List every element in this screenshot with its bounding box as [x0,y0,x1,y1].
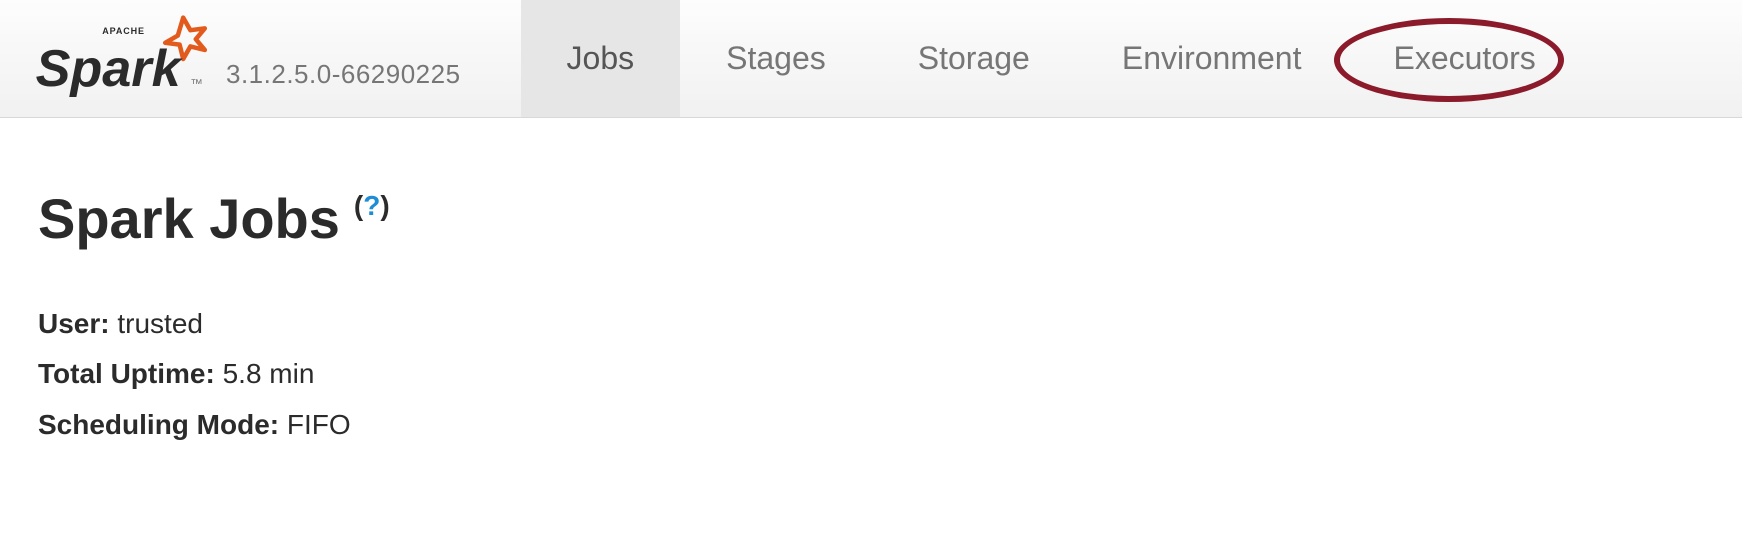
summary-user: User: trusted [38,299,1704,349]
version-label: 3.1.2.5.0-66290225 [226,59,461,90]
tab-stages[interactable]: Stages [680,0,872,117]
svg-text:™: ™ [190,76,203,90]
summary-list: User: trusted Total Uptime: 5.8 min Sche… [38,299,1704,450]
tab-jobs[interactable]: Jobs [521,0,681,117]
svg-text:Spark: Spark [36,40,184,98]
brand[interactable]: APACHE Spark ™ 3.1.2.5.0-66290225 [32,14,461,104]
summary-scheduling: Scheduling Mode: FIFO [38,400,1704,450]
tab-label: Storage [918,40,1030,77]
page-title-text: Spark Jobs [38,186,340,251]
summary-uptime: Total Uptime: 5.8 min [38,349,1704,399]
tab-label: Executors [1393,40,1535,77]
summary-label: Total Uptime: [38,358,215,389]
tab-storage[interactable]: Storage [872,0,1076,117]
page-title: Spark Jobs (?) [38,186,1704,251]
tab-label: Stages [726,40,826,77]
navbar: APACHE Spark ™ 3.1.2.5.0-66290225 Jobs S… [0,0,1742,118]
svg-text:APACHE: APACHE [102,25,145,35]
summary-label: Scheduling Mode: [38,409,279,440]
tab-environment[interactable]: Environment [1076,0,1348,117]
help-link[interactable]: (?) [354,190,390,222]
summary-label: User: [38,308,110,339]
nav-tabs: Jobs Stages Storage Environment Executor… [521,0,1582,117]
tab-executors[interactable]: Executors [1347,0,1581,117]
tab-label: Jobs [567,40,635,77]
summary-value: FIFO [287,409,351,440]
summary-value: 5.8 min [223,358,315,389]
content: Spark Jobs (?) User: trusted Total Uptim… [0,118,1742,450]
tab-label: Environment [1122,40,1302,77]
summary-value: trusted [117,308,203,339]
spark-logo-icon: APACHE Spark ™ [32,14,212,104]
